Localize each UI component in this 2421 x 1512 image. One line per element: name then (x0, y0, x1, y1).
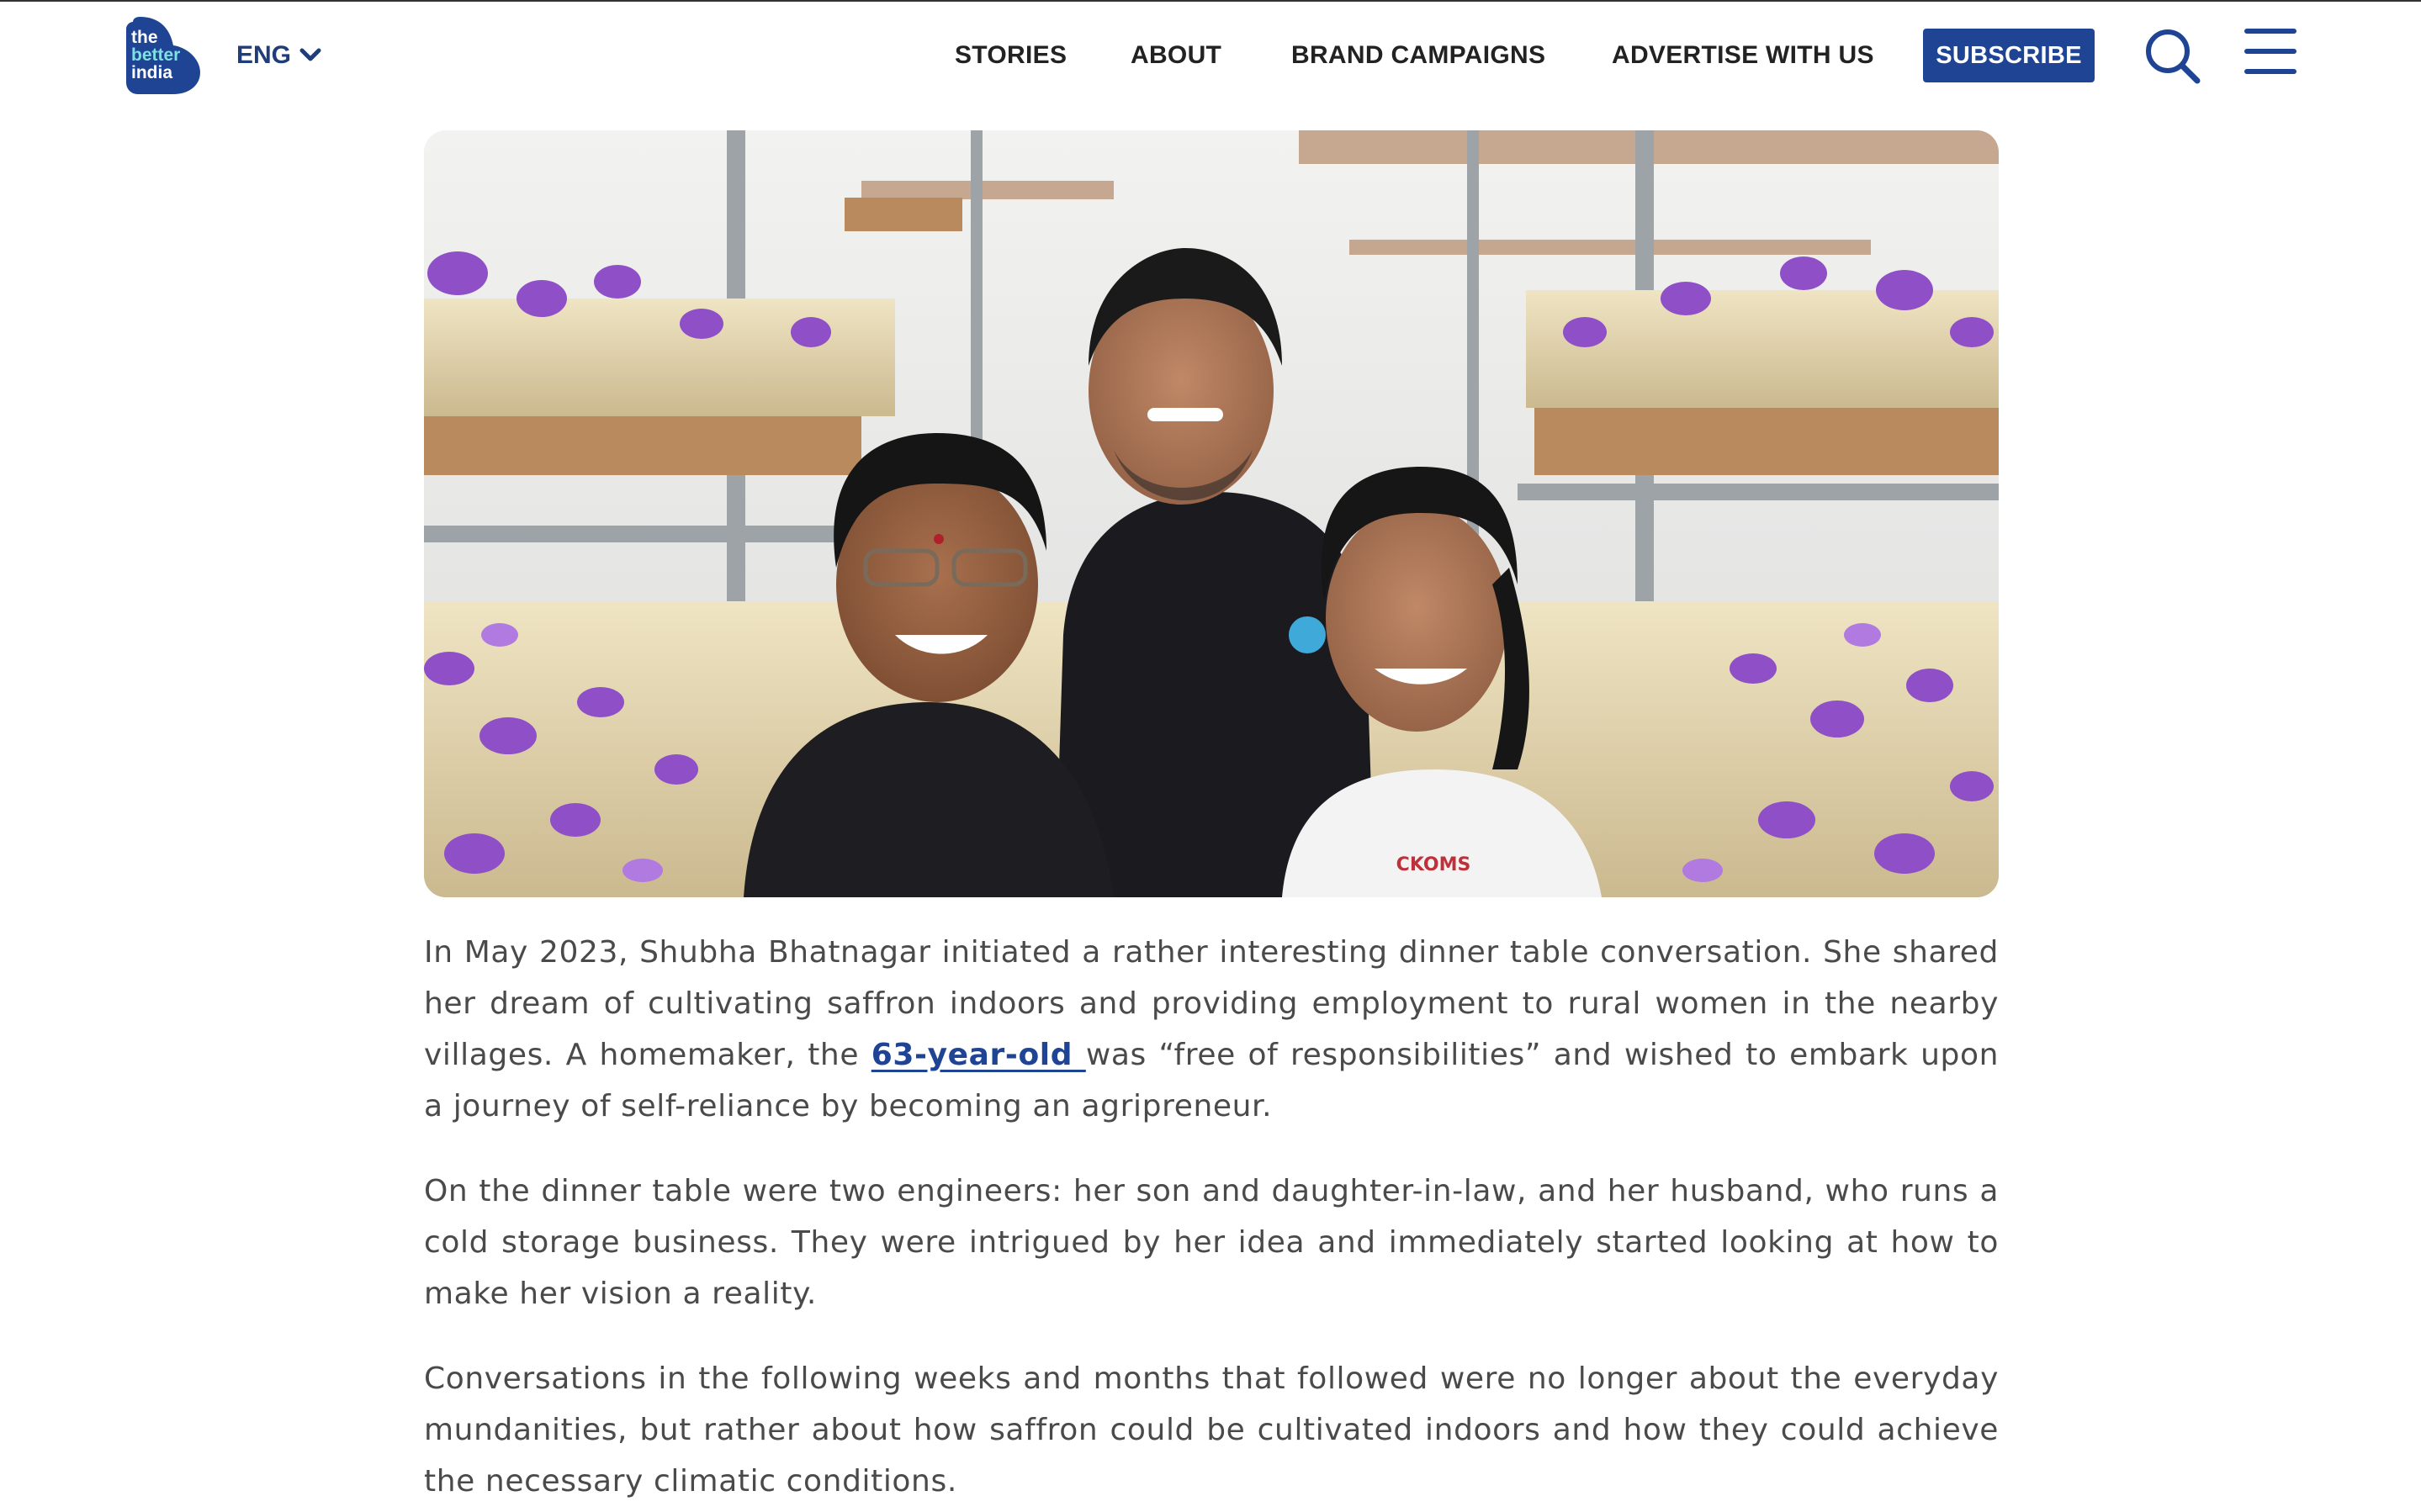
hamburger-menu-icon (2244, 29, 2297, 74)
search-button[interactable] (2143, 27, 2202, 86)
language-selector[interactable]: ENG (236, 39, 321, 72)
article-body: In May 2023, Shubha Bhatnagar initiated … (424, 927, 1999, 1512)
nav-stories[interactable]: STORIES (955, 39, 1067, 72)
menu-button[interactable] (2243, 25, 2298, 77)
logo-line-3: india (131, 63, 173, 82)
chevron-down-icon (299, 48, 321, 61)
logo-wordmark: the better india (131, 29, 202, 82)
language-label: ENG (236, 41, 292, 69)
nav-brand-campaigns[interactable]: BRAND CAMPAIGNS (1291, 39, 1545, 72)
site-logo[interactable]: the better india (126, 17, 202, 94)
logo-line-1: the (131, 28, 158, 47)
shirt-logo-text: CKOMS (1396, 854, 1471, 875)
site-header: the better india ENG STORIES ABOUT BRAND… (0, 2, 2421, 119)
paragraph-1: In May 2023, Shubha Bhatnagar initiated … (424, 927, 1999, 1132)
paragraph-3: Conversations in the following weeks and… (424, 1361, 1999, 1499)
nav-about[interactable]: ABOUT (1131, 39, 1221, 72)
paragraph-2: On the dinner table were two engineers: … (424, 1174, 1999, 1311)
logo-line-2: better (131, 45, 181, 65)
age-link[interactable]: 63-year-old (871, 1038, 1086, 1072)
hero-photo-illustration: CKOMS (424, 130, 1999, 897)
nav-advertise-with-us[interactable]: ADVERTISE WITH US (1612, 39, 1874, 72)
subscribe-button[interactable]: SUBSCRIBE (1923, 29, 2095, 82)
hero-image: CKOMS (424, 130, 1999, 897)
search-icon (2146, 29, 2201, 84)
